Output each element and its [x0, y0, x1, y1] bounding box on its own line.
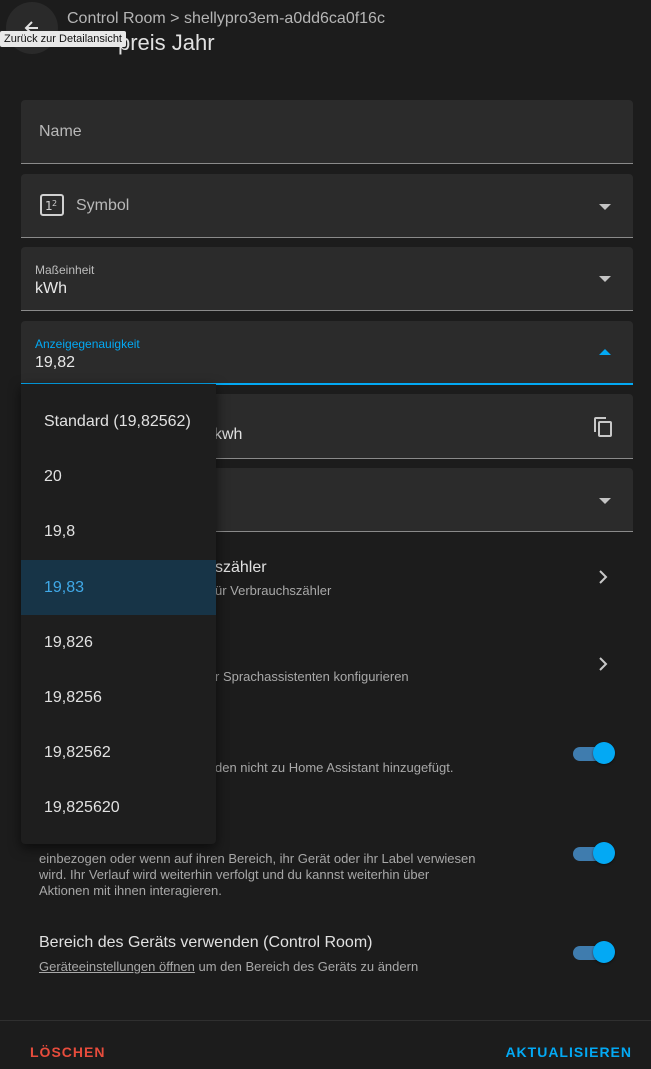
- area-row-title: Bereich des Geräts verwenden (Control Ro…: [39, 934, 373, 951]
- menu-item-selected[interactable]: 19,83: [21, 560, 216, 615]
- chevron-up-icon: [599, 349, 611, 355]
- menu-item[interactable]: 19,825620: [21, 780, 216, 835]
- menu-item[interactable]: 19,8256: [21, 670, 216, 725]
- precision-select[interactable]: Anzeigegenauigkeit 19,82: [21, 321, 633, 385]
- voice-row-subtitle: r Sprachassistenten konfigurieren: [215, 669, 409, 684]
- precision-value: 19,82: [35, 354, 76, 371]
- breadcrumb[interactable]: Control Room > shellypro3em-a0dd6ca0f16c: [67, 10, 385, 28]
- update-button[interactable]: AKTUALISIEREN: [505, 1044, 632, 1060]
- precision-dropdown-menu: Standard (19,82562) 20 19,8 19,83 19,826…: [21, 384, 216, 844]
- unit-label: Maßeinheit: [35, 263, 95, 277]
- precision-label: Anzeigegenauigkeit: [35, 337, 140, 351]
- menu-item[interactable]: 20: [21, 449, 216, 504]
- area-toggle[interactable]: [573, 941, 615, 965]
- back-tooltip: Zurück zur Detailansicht: [0, 31, 126, 47]
- meter-row-subtitle: ür Verbrauchszähler: [215, 583, 332, 598]
- page-title: preis Jahr: [118, 30, 215, 55]
- numeric-box-icon: 1 2: [40, 194, 64, 216]
- symbol-label: Symbol: [76, 197, 130, 214]
- area-row-subtitle-rest: um den Bereich des Geräts zu ändern: [194, 959, 419, 974]
- svg-text:2: 2: [52, 199, 57, 208]
- name-label: Name: [39, 123, 82, 140]
- menu-item[interactable]: 19,82562: [21, 725, 216, 780]
- chevron-down-icon: [599, 276, 611, 282]
- copy-icon[interactable]: [593, 416, 613, 438]
- chevron-right-icon: [599, 657, 608, 671]
- area-row-subtitle: Geräteeinstellungen öffnen um den Bereic…: [39, 959, 418, 975]
- menu-item[interactable]: Standard (19,82562): [21, 394, 216, 449]
- footer-divider: [0, 1020, 651, 1021]
- entity-id-value: kwh: [214, 426, 243, 443]
- menu-item[interactable]: 19,826: [21, 615, 216, 670]
- unit-value: kWh: [35, 280, 67, 297]
- enabled-row-subtitle: den nicht zu Home Assistant hinzugefügt.: [215, 760, 454, 775]
- visible-toggle[interactable]: [573, 842, 615, 866]
- chevron-down-icon: [599, 498, 611, 504]
- use-device-area-row: Bereich des Geräts verwenden (Control Ro…: [0, 930, 651, 980]
- menu-item[interactable]: 19,8: [21, 504, 216, 559]
- visible-desc-line-1: einbezogen oder wenn auf ihren Bereich, …: [39, 851, 476, 866]
- name-field[interactable]: Name: [21, 100, 633, 164]
- chevron-down-icon: [599, 204, 611, 210]
- visible-desc-line-3: Aktionen mit ihnen interagieren.: [39, 883, 222, 898]
- chevron-right-icon: [599, 570, 608, 584]
- symbol-field[interactable]: 1 2 Symbol: [21, 174, 633, 238]
- meter-row-title: szähler: [215, 559, 267, 576]
- delete-button[interactable]: LÖSCHEN: [30, 1044, 105, 1060]
- visible-row: einbezogen oder wenn auf ihren Bereich, …: [0, 835, 651, 905]
- device-settings-link[interactable]: Geräteeinstellungen öffnen: [39, 959, 195, 974]
- enabled-toggle[interactable]: [573, 742, 615, 766]
- visible-desc-line-2: wird. Ihr Verlauf wird weiterhin verfolg…: [39, 867, 430, 882]
- unit-select[interactable]: Maßeinheit kWh: [21, 247, 633, 311]
